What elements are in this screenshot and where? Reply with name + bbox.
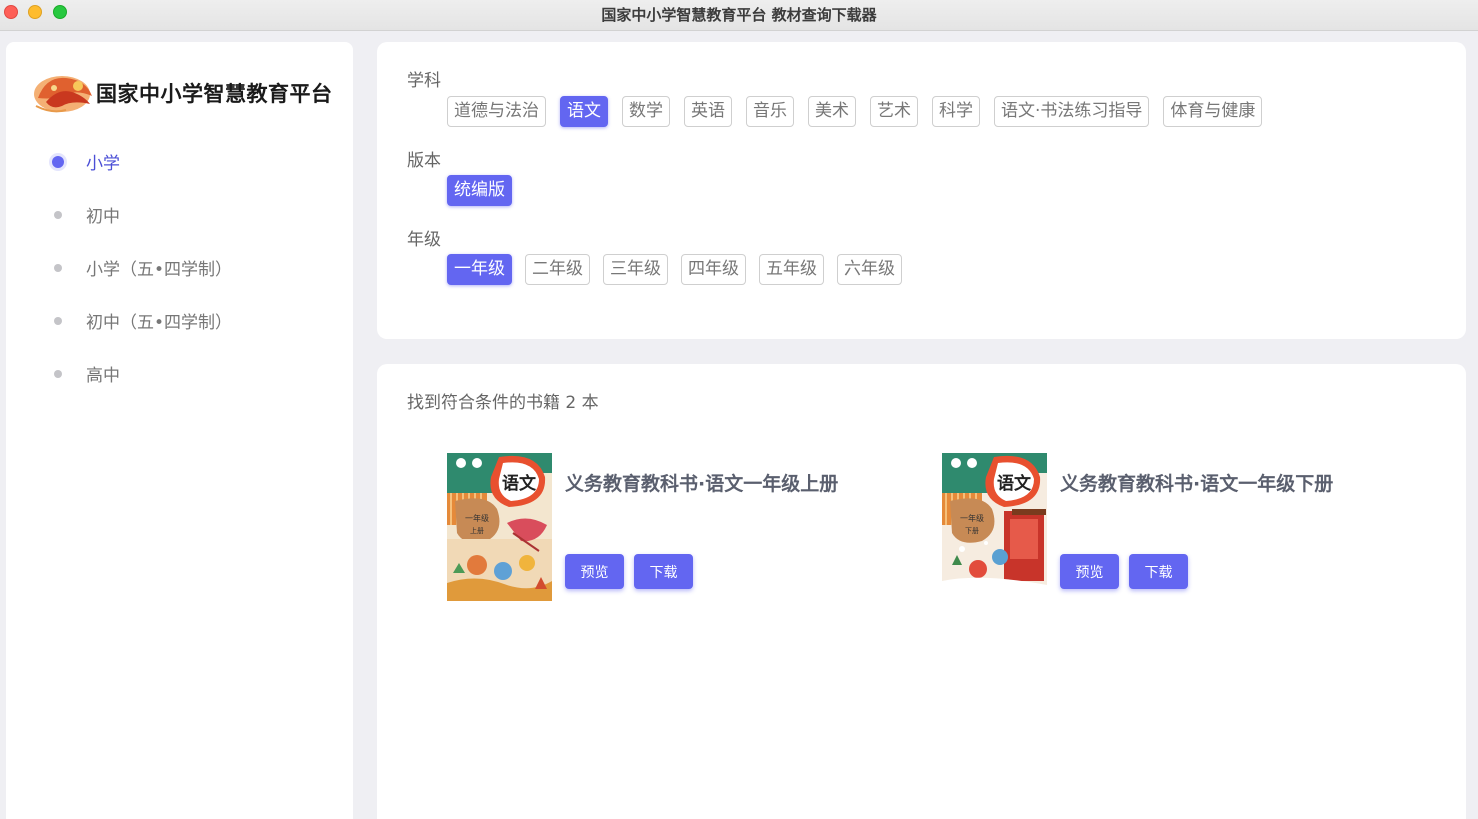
grade-chip-5[interactable]: 五年级 xyxy=(759,254,824,285)
dot-icon xyxy=(54,263,62,272)
active-dot-icon xyxy=(52,155,64,168)
subject-label: 学科 xyxy=(407,71,441,91)
grade-chip-1[interactable]: 一年级 xyxy=(447,254,512,285)
logo-emblem-icon xyxy=(34,76,92,113)
logo-text: 国家中小学智慧教育平台 xyxy=(96,81,333,106)
grade-chip-3[interactable]: 三年级 xyxy=(603,254,668,285)
book-cover-image[interactable]: 语文 一年级 上册 xyxy=(447,453,552,601)
window-title: 国家中小学智慧教育平台 教材查询下载器 xyxy=(601,6,877,24)
grade-options: 一年级 二年级 三年级 四年级 五年级 六年级 xyxy=(447,254,902,285)
preview-button[interactable]: 预览 xyxy=(565,554,624,589)
grade-label: 年级 xyxy=(407,230,441,250)
grade-chip-4[interactable]: 四年级 xyxy=(681,254,746,285)
filter-panel: 学科 道德与法治 语文 数学 英语 音乐 美术 艺术 科学 语文·书法练习指导 … xyxy=(377,42,1466,339)
grade-chip-2[interactable]: 二年级 xyxy=(525,254,590,285)
cover-term-text: 下册 xyxy=(965,527,979,535)
nav-item-label: 初中（五•四学制） xyxy=(86,313,233,333)
edition-options: 统编版 xyxy=(447,175,512,206)
nav-item-junior-54[interactable]: 初中（五•四学制） xyxy=(6,294,353,347)
book-cover-image[interactable]: 语文 一年级 下册 xyxy=(942,453,1047,601)
nav-item-senior[interactable]: 高中 xyxy=(6,347,353,400)
book-card: 语文 一年级 上册 义务教育教科书·语文一年级上册 预览 下载 xyxy=(447,453,867,603)
dot-icon xyxy=(54,369,62,378)
cover-subject-text: 语文 xyxy=(502,473,537,494)
title-bar: 国家中小学智慧教育平台 教材查询下载器 xyxy=(0,0,1478,31)
nav-item-primary[interactable]: 小学 xyxy=(6,135,353,188)
subject-chip-math[interactable]: 数学 xyxy=(622,96,670,127)
platform-logo: 国家中小学智慧教育平台 xyxy=(32,68,332,116)
dot-icon xyxy=(54,316,62,325)
subject-chip-science[interactable]: 科学 xyxy=(932,96,980,127)
results-panel: 找到符合条件的书籍 2 本 语文 一年级 上册 义务教育教科书·语文一年级上册 … xyxy=(377,364,1466,819)
nav-item-junior[interactable]: 初中 xyxy=(6,188,353,241)
cover-grade-text: 一年级 xyxy=(465,513,489,523)
book-title: 义务教育教科书·语文一年级下册 xyxy=(1060,473,1334,495)
subject-chip-morality[interactable]: 道德与法治 xyxy=(447,96,546,127)
book-card: 语文 一年级 下册 义务教育教科书·语文一年级下册 预览 下载 xyxy=(942,453,1362,603)
result-count: 找到符合条件的书籍 2 本 xyxy=(407,393,599,413)
nav-item-label: 高中 xyxy=(86,366,120,386)
subject-chip-english[interactable]: 英语 xyxy=(684,96,732,127)
nav-item-label: 小学 xyxy=(86,154,120,174)
nav-item-label: 小学（五•四学制） xyxy=(86,260,233,280)
dot-icon xyxy=(54,210,62,219)
cover-term-text: 上册 xyxy=(470,526,484,535)
subject-chip-arts[interactable]: 艺术 xyxy=(870,96,918,127)
subject-chip-pe[interactable]: 体育与健康 xyxy=(1163,96,1263,127)
stage-nav: 小学 初中 小学（五•四学制） 初中（五•四学制） 高中 xyxy=(6,135,353,400)
subject-chip-chinese[interactable]: 语文 xyxy=(560,96,608,127)
nav-item-label: 初中 xyxy=(86,207,120,227)
download-button[interactable]: 下载 xyxy=(634,554,693,589)
cover-subject-text: 语文 xyxy=(997,473,1032,494)
grade-chip-6[interactable]: 六年级 xyxy=(837,254,902,285)
edition-chip-unified[interactable]: 统编版 xyxy=(447,175,512,206)
subject-chip-music[interactable]: 音乐 xyxy=(746,96,794,127)
subject-chip-fine-arts[interactable]: 美术 xyxy=(808,96,856,127)
edition-label: 版本 xyxy=(407,151,441,171)
sidebar: 国家中小学智慧教育平台 小学 初中 小学（五•四学制） 初中（五•四学制） 高中 xyxy=(6,42,353,819)
subject-options: 道德与法治 语文 数学 英语 音乐 美术 艺术 科学 语文·书法练习指导 体育与… xyxy=(447,96,1263,127)
book-title: 义务教育教科书·语文一年级上册 xyxy=(565,473,839,495)
subject-chip-calligraphy[interactable]: 语文·书法练习指导 xyxy=(994,96,1150,127)
cover-grade-text: 一年级 xyxy=(960,513,984,523)
nav-item-primary-54[interactable]: 小学（五•四学制） xyxy=(6,241,353,294)
download-button[interactable]: 下载 xyxy=(1129,554,1188,589)
preview-button[interactable]: 预览 xyxy=(1060,554,1119,589)
